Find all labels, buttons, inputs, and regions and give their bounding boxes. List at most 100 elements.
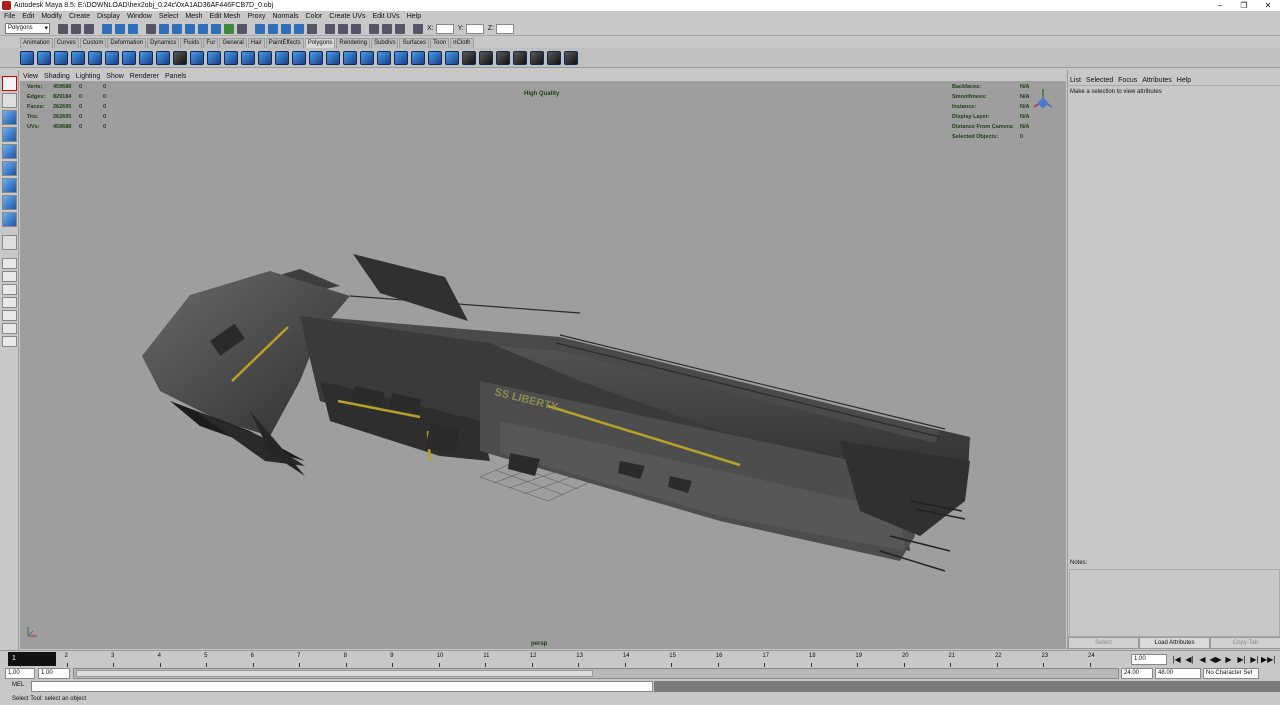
input-ops-icon[interactable] [325,23,335,34]
panel-menu-show[interactable]: Show [106,73,124,80]
play-backwards-button[interactable]: ◀▶ [1209,654,1222,665]
playback-end-field[interactable]: 24.00 [1121,668,1153,679]
go-to-start-button[interactable]: |◀ [1170,654,1183,665]
absolute-transform-icon[interactable] [413,23,423,34]
y-field[interactable] [465,23,484,34]
poly-soccer-ball-icon[interactable] [173,50,187,65]
combine-icon[interactable] [190,50,204,65]
layout-more-icon[interactable] [1,336,17,347]
menu-window[interactable]: Window [127,13,152,20]
bevel-icon[interactable] [428,50,442,65]
pick-curves-icon[interactable] [185,23,195,34]
boolean-intersection-icon[interactable] [292,50,306,65]
insert-edge-loop-icon[interactable] [394,50,408,65]
shelf-tab-polygons[interactable]: Polygons [304,37,336,48]
mel-label[interactable]: MEL [12,682,24,688]
time-slider[interactable]: 123456789101112131415161718192021222324 … [0,650,1280,667]
mirror-geometry-icon[interactable] [309,50,323,65]
shelf-tab-dynamics[interactable]: Dynamics [147,37,180,48]
panel-menu-panels[interactable]: Panels [165,73,186,80]
x-field[interactable] [435,23,454,34]
playback-start-field[interactable]: 1.00 [38,668,70,679]
spherical-mapping-icon[interactable] [496,50,510,65]
menu-edit[interactable]: Edit [22,13,34,20]
pick-joints-icon[interactable] [172,23,182,34]
menuset-dropdown[interactable]: Polygons [5,23,50,34]
snap-grid-icon[interactable] [255,23,265,34]
cylindrical-mapping-icon[interactable] [479,50,493,65]
menu-select[interactable]: Select [159,13,178,20]
select-tool-icon[interactable] [1,76,17,91]
shelf-tab-general[interactable]: General [219,37,247,48]
close-button[interactable]: ✕ [1256,0,1280,11]
offset-edge-loop-icon[interactable] [411,50,425,65]
scale-tool-icon[interactable] [1,161,17,176]
spaceship-model[interactable]: SS LIBERTY [20,81,1066,649]
pick-dynamics-icon[interactable] [224,23,234,34]
snap-curve-icon[interactable] [268,23,278,34]
perspective-viewport[interactable]: SS LIBERTY Verts: 459688 0 0 Edges: 8291… [20,81,1066,649]
menu-create-uvs[interactable]: Create UVs [329,13,365,20]
soft-modification-icon[interactable] [1,195,17,210]
paint-select-tool-icon[interactable] [1,110,17,125]
poly-prism-icon[interactable] [122,50,136,65]
merge-icon[interactable] [445,50,459,65]
output-ops-icon[interactable] [338,23,348,34]
pick-deformations-icon[interactable] [211,23,221,34]
step-forward-frame-button[interactable]: ▶| [1235,654,1248,665]
extrude-icon[interactable] [326,50,340,65]
maximize-button[interactable]: ❐ [1232,0,1256,11]
shelf-tab-painteffects[interactable]: PaintEffects [265,37,304,48]
layout-side-by-side-icon[interactable] [1,284,17,295]
menu-edit-uvs[interactable]: Edit UVs [372,13,399,20]
ae-menu-attributes[interactable]: Attributes [1142,77,1172,84]
select-hierarchy-icon[interactable] [102,23,112,34]
panel-menu-shading[interactable]: Shading [44,73,70,80]
ae-menu-focus[interactable]: Focus [1118,77,1137,84]
notes-field[interactable] [1069,569,1280,637]
character-set-dropdown[interactable]: No Character Set [1203,668,1259,679]
select-object-icon[interactable] [115,23,125,34]
bridge-icon[interactable] [343,50,357,65]
construction-history-icon[interactable] [351,23,361,34]
play-forwards-button[interactable]: ▶ [1222,654,1235,665]
move-tool-icon[interactable] [1,127,17,142]
menu-file[interactable]: File [4,13,15,20]
make-live-icon[interactable] [307,23,317,34]
selection-mask-icon[interactable] [146,23,156,34]
last-tool-icon[interactable] [1,235,17,250]
layout-persp-graph-icon[interactable] [1,297,17,308]
poly-pipe-icon[interactable] [156,50,170,65]
panel-menu-view[interactable]: View [23,73,38,80]
uv-texture-editor-icon[interactable] [530,50,544,65]
shelf-tab-fluids[interactable]: Fluids [180,37,203,48]
animation-start-field[interactable]: 1.00 [5,668,35,679]
shelf-tab-deformation[interactable]: Deformation [107,37,147,48]
menu-proxy[interactable]: Proxy [248,13,266,20]
new-scene-icon[interactable] [58,23,68,34]
planar-mapping-icon[interactable] [462,50,476,65]
ae-menu-help[interactable]: Help [1177,77,1191,84]
animation-end-field[interactable]: 48.00 [1155,668,1201,679]
ae-select-button[interactable]: Select [1068,637,1139,649]
menu-modify[interactable]: Modify [41,13,62,20]
minimize-button[interactable]: – [1208,0,1232,11]
layout-single-pane-icon[interactable] [1,258,17,269]
ipr-render-icon[interactable] [382,23,392,34]
layout-persp-outliner-icon[interactable] [1,310,17,321]
separate-icon[interactable] [207,50,221,65]
extract-icon[interactable] [224,50,238,65]
snap-view-plane-icon[interactable] [294,23,304,34]
checker-icon[interactable] [547,50,561,65]
mel-input[interactable] [31,681,653,692]
boolean-difference-icon[interactable] [275,50,289,65]
view-axis-icon[interactable] [1030,87,1056,115]
panel-menu-renderer[interactable]: Renderer [130,73,159,80]
go-to-end-button[interactable]: ▶▶| [1261,654,1275,665]
shelf-tab-subdivs[interactable]: Subdivs [371,37,399,48]
ae-load-attributes-button[interactable]: Load Attributes [1139,637,1210,649]
shelf-tab-ncloth[interactable]: nCloth [450,37,474,48]
pick-handles-icon[interactable] [159,23,169,34]
rotate-tool-icon[interactable] [1,144,17,159]
poly-pyramid-icon[interactable] [139,50,153,65]
